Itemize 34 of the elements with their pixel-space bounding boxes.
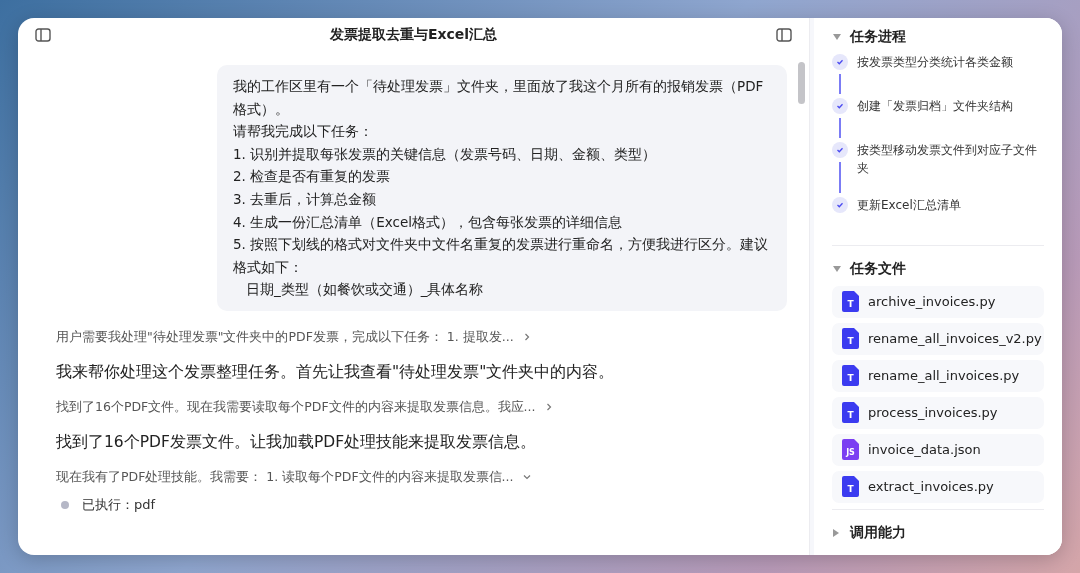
thinking-summary[interactable]: 用户需要我处理"待处理发票"文件夹中的PDF发票，完成以下任务： 1. 提取发...	[56, 328, 532, 346]
task-step: 按发票类型分类统计各类金额	[857, 54, 1037, 98]
section-title: 任务文件	[850, 259, 906, 278]
file-icon: T	[842, 476, 859, 497]
step-dot-icon	[61, 500, 69, 509]
file-item[interactable]: T rename_all_invoices.py	[832, 359, 1044, 392]
sidebar-toggle-icon[interactable]	[35, 28, 51, 42]
section-title: 调用能力	[850, 523, 906, 542]
assistant-message: 找到了16个PDF发票文件。让我加载PDF处理技能来提取发票信息。	[56, 431, 537, 453]
thinking-summary[interactable]: 找到了16个PDF文件。现在我需要读取每个PDF文件的内容来提取发票信息。我应...	[56, 398, 554, 416]
file-item[interactable]: T archive_invoices.py	[832, 285, 1044, 318]
step-label: 已执行：pdf	[82, 495, 156, 514]
section-title: 任务进程	[850, 28, 906, 46]
task-step: 更新Excel汇总清单	[857, 197, 1037, 215]
file-item[interactable]: JS invoice_data.json	[832, 433, 1044, 466]
file-icon: T	[842, 402, 859, 423]
scrollbar-thumb[interactable]	[797, 62, 805, 104]
section-header[interactable]: 任务进程	[832, 26, 906, 48]
window-title: 发票提取去重与Excel汇总	[329, 26, 498, 44]
file-icon: T	[842, 365, 859, 386]
assistant-message: 我来帮你处理这个发票整理任务。首先让我查看"待处理发票"文件夹中的内容。	[56, 361, 615, 383]
file-item[interactable]: T process_invoices.py	[832, 396, 1044, 429]
section-header[interactable]: 任务文件	[832, 257, 906, 280]
section-header[interactable]: 调用能力	[832, 521, 1044, 544]
file-icon: T	[842, 328, 859, 349]
file-icon: T	[842, 291, 859, 312]
task-step: 按类型移动发票文件到对应子文件夹	[857, 142, 1037, 197]
panel-toggle-icon[interactable]	[776, 28, 792, 42]
thinking-summary[interactable]: 现在我有了PDF处理技能。我需要： 1. 读取每个PDF文件的内容来提取发票信...	[56, 468, 532, 486]
user-message: 我的工作区里有一个「待处理发票」文件夹，里面放了我这个月所有的报销发票（PDF格式）。 请帮我完成以下任务： 1. 识别并提取每张发票的关键信息（发票号码、日期、金额、类型） 2. 检查是否有重复的发票 3. 去重后，计算总金额 4. 生成一份汇总清单（Excel格式），包含每张发票的详细信息 5. 按照下划线的格式对文件夹中文件名重复的发票进行重命名，方便我进行区分。建议格式如下： 日期_类型（如餐饮或交通）_具体名称	[217, 65, 787, 311]
file-item[interactable]: T extract_invoices.py	[832, 470, 1044, 503]
file-icon: JS	[842, 439, 859, 460]
task-step: 创建「发票归档」文件夹结构	[857, 98, 1037, 142]
file-item[interactable]: T rename_all_invoices_v2.py	[832, 322, 1044, 355]
